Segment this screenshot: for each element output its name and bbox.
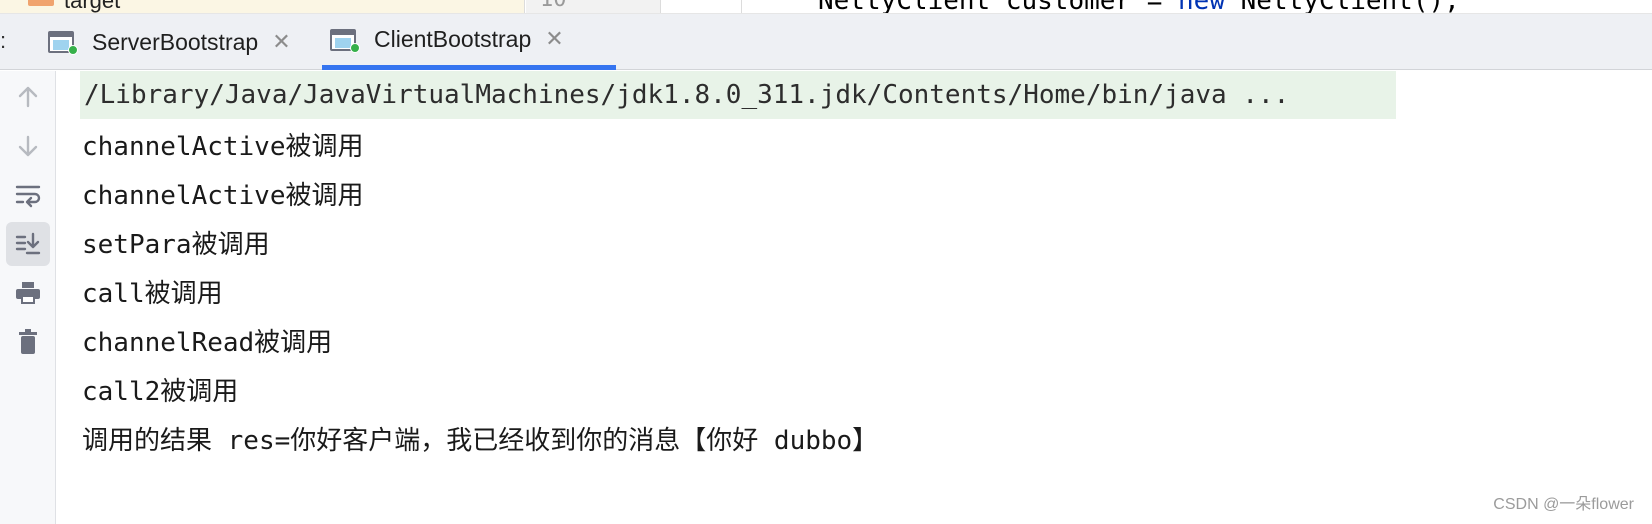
close-icon[interactable]: ✕ xyxy=(545,27,563,52)
options-menu-icon[interactable]: : xyxy=(0,28,6,54)
running-status-icon xyxy=(68,45,78,55)
console-line: channelActive被调用 xyxy=(82,131,364,162)
tree-item-target[interactable]: target xyxy=(64,0,120,13)
arrow-down-icon[interactable] xyxy=(6,124,50,168)
code-line[interactable]: NettyClient customer = new NettyClient()… xyxy=(818,0,1460,13)
code-text: NettyClient customer = xyxy=(818,0,1178,13)
trash-icon[interactable] xyxy=(6,320,50,364)
console-line: call被调用 xyxy=(82,278,223,309)
console-command-line: /Library/Java/JavaVirtualMachines/jdk1.8… xyxy=(80,71,1396,119)
print-icon[interactable] xyxy=(6,271,50,315)
console-toolbar xyxy=(0,71,56,524)
watermark: CSDN @一朵flower xyxy=(1493,496,1634,513)
run-tab-bar: : ServerBootstrap ✕ ClientBootstrap ✕ xyxy=(0,14,1652,70)
arrow-up-icon[interactable] xyxy=(6,75,50,119)
console-output[interactable]: /Library/Java/JavaVirtualMachines/jdk1.8… xyxy=(56,71,1652,524)
code-rest: NettyClient(); xyxy=(1225,0,1460,13)
line-gutter: 10 xyxy=(526,0,661,13)
run-config-icon xyxy=(330,27,360,53)
code-keyword: new xyxy=(1178,0,1225,13)
fold-column xyxy=(662,0,742,13)
console-line: 调用的结果 res=你好客户端，我已经收到你的消息【你好 dubbo】 xyxy=(82,425,879,456)
running-status-icon xyxy=(350,42,360,53)
editor-strip: target 10 NettyClient customer = new Net… xyxy=(0,0,1652,14)
tab-label: ServerBootstrap xyxy=(92,28,259,55)
soft-wrap-icon[interactable] xyxy=(6,173,50,217)
scroll-to-end-icon[interactable] xyxy=(6,222,50,266)
console-line: call2被调用 xyxy=(82,376,239,407)
console-line: channelActive被调用 xyxy=(82,180,364,211)
tab-label: ClientBootstrap xyxy=(374,26,532,52)
project-tree: target xyxy=(0,0,525,13)
tab-client-bootstrap[interactable]: ClientBootstrap ✕ xyxy=(322,14,616,70)
folder-icon xyxy=(28,0,54,6)
console-line: setPara被调用 xyxy=(82,229,270,260)
tab-server-bootstrap[interactable]: ServerBootstrap ✕ xyxy=(40,14,316,70)
close-icon[interactable]: ✕ xyxy=(272,30,290,55)
run-config-icon xyxy=(48,29,78,55)
line-number: 10 xyxy=(540,0,567,12)
console-line: channelRead被调用 xyxy=(82,327,333,358)
